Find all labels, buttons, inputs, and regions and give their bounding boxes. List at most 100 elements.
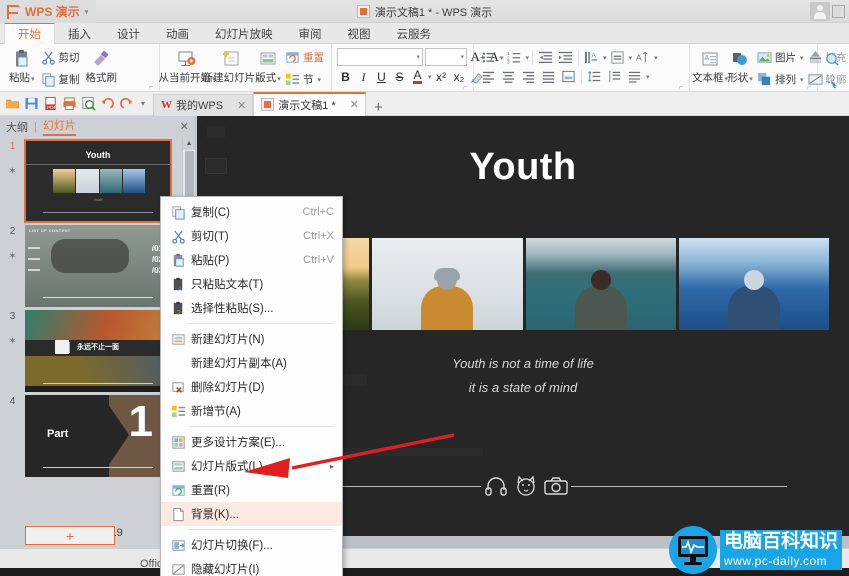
picture-button[interactable]: 图片 ▾ — [755, 47, 806, 68]
menu-item-paste[interactable]: 粘贴(P) Ctrl+V — [161, 248, 342, 272]
slide-thumbnail-3[interactable]: 永远不止一面 — [25, 310, 171, 392]
close-panel-icon[interactable]: ✕ — [180, 120, 189, 133]
tab-review[interactable]: 审阅 — [286, 23, 335, 44]
photo-3[interactable] — [525, 238, 676, 330]
font-color-dropdown[interactable]: ▾ — [428, 73, 432, 81]
panel-tab-outline[interactable]: 大纲 — [6, 119, 28, 135]
text-direction-dropdown[interactable]: ▾ — [603, 54, 607, 62]
superscript-button[interactable]: x² — [433, 68, 450, 86]
photo-4[interactable] — [678, 238, 829, 330]
menu-item-background[interactable]: 背景(K)... — [161, 502, 342, 526]
print-icon[interactable] — [62, 96, 77, 111]
increase-indent-button[interactable] — [556, 49, 575, 66]
paste-button[interactable]: 粘贴▾ — [5, 46, 39, 85]
align-right-button[interactable] — [519, 68, 538, 85]
align-text-button[interactable] — [608, 49, 627, 66]
photo-2[interactable] — [372, 238, 523, 330]
italic-button[interactable]: I — [355, 68, 372, 86]
menu-item-paste-special[interactable]: ? 选择性粘贴(S)... — [161, 296, 342, 320]
tab-view[interactable]: 视图 — [335, 23, 384, 44]
user-avatar[interactable] — [810, 2, 830, 21]
columns-button[interactable] — [625, 68, 644, 85]
tab-my-wps[interactable]: W 我的WPS ✕ — [153, 93, 254, 116]
slide-thumbnail-4[interactable]: Part 1 — [25, 395, 171, 477]
strikethrough-button[interactable]: S — [391, 68, 408, 86]
menu-item-duplicate-slide[interactable]: 新建幻灯片副本(A) — [161, 351, 342, 375]
drawing-dialog-launcher[interactable]: ⌐ — [807, 84, 815, 92]
undo-icon[interactable] — [100, 96, 115, 111]
paragraph-dialog-launcher[interactable]: ⌐ — [679, 84, 687, 92]
distribute-button[interactable] — [559, 68, 578, 85]
tab-cloud[interactable]: 云服务 — [384, 23, 445, 44]
text-direction-button[interactable]: A — [582, 49, 601, 66]
find-replace-button[interactable] — [823, 49, 842, 70]
redo-icon[interactable] — [119, 96, 134, 111]
animation-star-icon[interactable]: ✶ — [8, 251, 16, 262]
slide-title-text[interactable]: Youth — [197, 146, 849, 189]
quick-access-more-icon[interactable]: ▾ — [138, 99, 148, 108]
tab-insert[interactable]: 插入 — [55, 23, 104, 44]
select-objects-button[interactable] — [823, 71, 842, 92]
animation-star-icon[interactable]: ✶ — [8, 166, 16, 177]
panel-tab-slides[interactable]: 幻灯片 — [42, 117, 76, 136]
numbered-dropdown[interactable]: ▾ — [526, 54, 530, 62]
paragraph-spacing-button[interactable] — [605, 68, 624, 85]
chevron-down-icon[interactable]: ▾ — [416, 53, 420, 61]
bullet-list-button[interactable] — [479, 49, 498, 66]
open-folder-icon[interactable] — [5, 96, 20, 111]
numbered-list-button[interactable]: 123 — [505, 49, 524, 66]
tab-design[interactable]: 设计 — [104, 23, 153, 44]
shape-button[interactable]: 形状▾ — [725, 46, 755, 85]
decrease-indent-button[interactable] — [536, 49, 555, 66]
font-size-input[interactable]: ▾ — [425, 48, 467, 66]
format-brush-button[interactable]: 格式刷 — [82, 46, 122, 85]
chevron-down-icon[interactable]: ▾ — [85, 8, 89, 16]
section-button[interactable]: 节 ▾ — [283, 69, 326, 90]
menu-item-add-section[interactable]: 新增节(A) — [161, 399, 342, 423]
slide-thumbnail-2[interactable]: LIST OF CONTENT /01 /02 /03 — [25, 225, 171, 307]
chevron-down-icon[interactable]: ▾ — [460, 53, 464, 61]
scroll-up-icon[interactable]: ▲ — [183, 137, 195, 150]
menu-item-copy[interactable]: 复制(C) Ctrl+C — [161, 200, 342, 224]
save-icon[interactable] — [24, 96, 39, 111]
reset-button[interactable]: 重置 — [283, 47, 326, 68]
export-pdf-icon[interactable]: PDF — [43, 96, 58, 111]
line-spacing-button[interactable] — [585, 68, 604, 85]
tab-animation[interactable]: 动画 — [153, 23, 202, 44]
slide-thumbnail-1[interactable]: Youth Youth — [24, 139, 172, 223]
animation-star-icon[interactable]: ✶ — [8, 336, 16, 347]
tab-slideshow[interactable]: 幻灯片放映 — [202, 23, 286, 44]
textbox-button[interactable]: A 文本框▾ — [692, 46, 728, 85]
layout-button[interactable]: 版式▾ — [253, 46, 283, 85]
bold-button[interactable]: B — [337, 68, 354, 86]
arrange-button[interactable]: 排列 ▾ — [755, 69, 806, 90]
new-document-tab-button[interactable]: + — [366, 99, 391, 116]
font-color-button[interactable]: A — [409, 68, 426, 86]
menu-item-cut[interactable]: 剪切(T) Ctrl+X — [161, 224, 342, 248]
menu-item-hide-slide[interactable]: 隐藏幻灯片(I) — [161, 557, 342, 576]
cut-button[interactable]: 剪切 — [39, 47, 82, 68]
align-text-dropdown[interactable]: ▾ — [629, 54, 633, 62]
underline-button[interactable]: U — [373, 68, 390, 86]
font-dialog-launcher[interactable]: ⌐ — [463, 84, 471, 92]
print-preview-icon[interactable] — [81, 96, 96, 111]
justify-button[interactable] — [539, 68, 558, 85]
tab-presentation1[interactable]: 演示文稿1 * ✕ — [253, 91, 366, 116]
copy-button[interactable]: 复制 — [39, 69, 82, 90]
menu-item-paste-text-only[interactable]: A 只粘贴文本(T) — [161, 272, 342, 296]
vertical-text-button[interactable]: A — [633, 49, 652, 66]
font-name-input[interactable]: ▾ — [337, 48, 423, 66]
tab-start[interactable]: 开始 — [4, 22, 55, 44]
align-center-button[interactable] — [499, 68, 518, 85]
close-icon[interactable]: ✕ — [350, 98, 359, 111]
minimize-button[interactable] — [832, 5, 845, 18]
app-logo[interactable]: WPS 演示 ▾ — [0, 0, 97, 23]
add-slide-button[interactable]: + — [25, 526, 115, 545]
close-icon[interactable]: ✕ — [237, 99, 246, 112]
menu-item-delete-slide[interactable]: 删除幻灯片(D) — [161, 375, 342, 399]
bullet-dropdown[interactable]: ▾ — [500, 54, 504, 62]
align-left-button[interactable] — [479, 68, 498, 85]
menu-item-new-slide[interactable]: 新建幻灯片(N) — [161, 327, 342, 351]
menu-item-slide-transition[interactable]: 幻灯片切换(F)... — [161, 533, 342, 557]
columns-dropdown[interactable]: ▾ — [646, 73, 650, 81]
